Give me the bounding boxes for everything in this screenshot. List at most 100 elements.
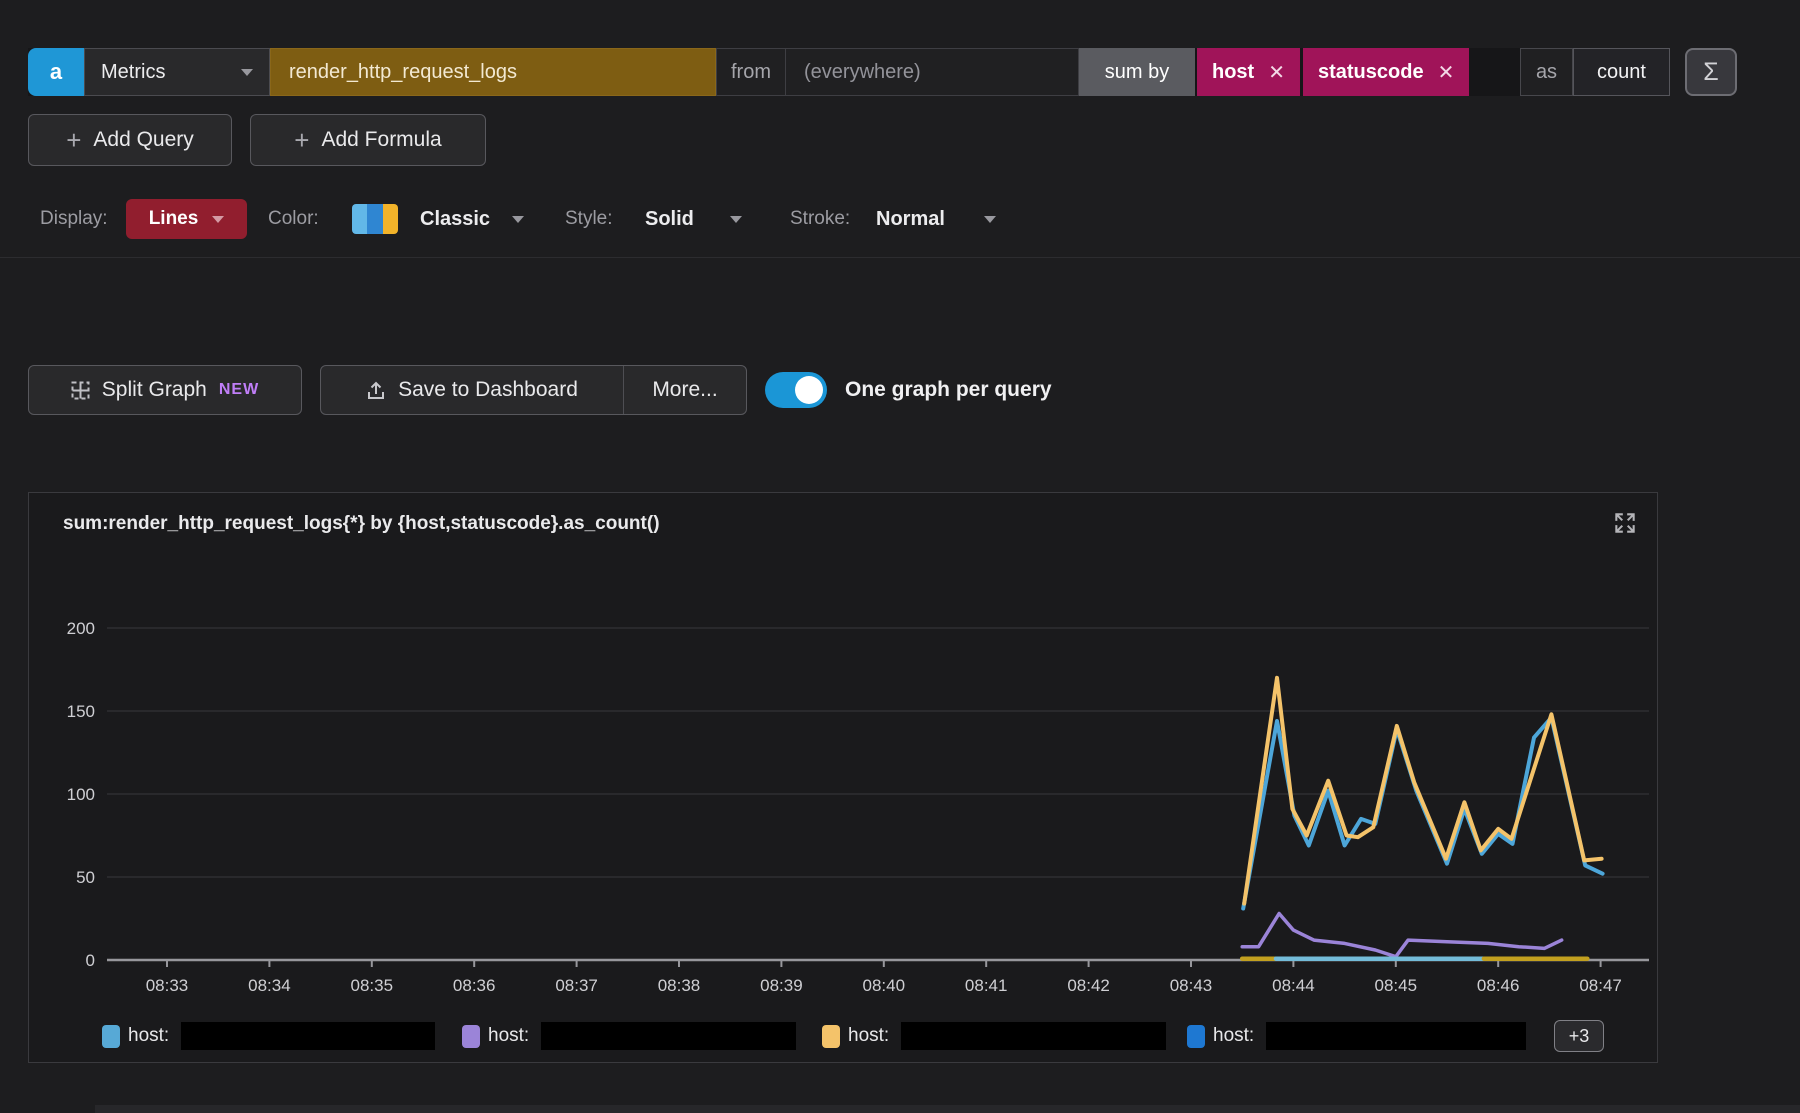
new-badge: NEW xyxy=(219,381,259,399)
toggle-knob xyxy=(795,376,823,404)
swatch-stripe xyxy=(367,204,382,234)
series-line xyxy=(1242,914,1562,957)
display-options-row: Display: Lines Color: Classic Style: Sol… xyxy=(0,199,1800,239)
x-tick-label: 08:35 xyxy=(351,976,394,995)
x-tick-label: 08:44 xyxy=(1272,976,1315,995)
expand-graph-button[interactable] xyxy=(1611,509,1639,537)
legend-host-label: host: xyxy=(128,1025,169,1047)
query-bar: a Metrics render_http_request_logs from … xyxy=(28,48,1670,96)
timeseries-chart[interactable]: 05010015020008:3308:3408:3508:3608:3708:… xyxy=(29,563,1659,1013)
plus-icon: + xyxy=(294,127,309,153)
stroke-label: Stroke: xyxy=(790,199,850,239)
style-label: Style: xyxy=(565,199,613,239)
display-type-dropdown[interactable]: Lines xyxy=(126,199,247,239)
legend-host-label: host: xyxy=(488,1025,529,1047)
upload-icon xyxy=(366,380,386,401)
stroke-value[interactable]: Normal xyxy=(876,199,945,239)
group-tag-label: statuscode xyxy=(1318,61,1424,84)
y-tick-label: 50 xyxy=(76,868,95,887)
legend-color-swatch xyxy=(462,1025,480,1048)
from-label: from xyxy=(716,48,786,96)
series-line xyxy=(1243,718,1602,909)
remove-tag-icon[interactable]: ✕ xyxy=(1268,60,1285,85)
x-tick-label: 08:43 xyxy=(1170,976,1213,995)
section-divider xyxy=(0,257,1800,258)
metric-name-field[interactable]: render_http_request_logs xyxy=(270,48,716,96)
chart-panel: sum:render_http_request_logs{*} by {host… xyxy=(28,492,1658,1063)
color-label: Color: xyxy=(268,199,319,239)
legend-redacted-value xyxy=(541,1022,796,1050)
legend-item[interactable]: host: xyxy=(102,1020,435,1052)
split-grid-icon xyxy=(71,381,90,400)
group-tag-label: host xyxy=(1212,61,1254,84)
color-palette-swatch[interactable] xyxy=(352,204,398,234)
split-graph-button[interactable]: Split Graph NEW xyxy=(28,365,302,415)
group-tag-statuscode[interactable]: statuscode ✕ xyxy=(1303,48,1469,96)
x-tick-label: 08:37 xyxy=(555,976,598,995)
legend-redacted-value xyxy=(1266,1022,1526,1050)
bottom-edge-strip xyxy=(95,1105,1800,1113)
scope-filter-input[interactable]: (everywhere) xyxy=(786,48,1079,96)
x-tick-label: 08:39 xyxy=(760,976,803,995)
x-tick-label: 08:46 xyxy=(1477,976,1520,995)
group-tags: host ✕ statuscode ✕ xyxy=(1197,48,1469,96)
swatch-stripe xyxy=(352,204,367,234)
legend-color-swatch xyxy=(102,1025,120,1048)
query-bar-spacer xyxy=(1469,48,1520,96)
query-letter-badge[interactable]: a xyxy=(28,48,84,96)
chevron-down-icon xyxy=(212,216,224,223)
group-tag-host[interactable]: host ✕ xyxy=(1197,48,1300,96)
legend: host: host: host: host: xyxy=(29,1020,1659,1054)
data-source-label: Metrics xyxy=(101,61,165,84)
legend-redacted-value xyxy=(901,1022,1166,1050)
x-tick-label: 08:41 xyxy=(965,976,1008,995)
chevron-down-icon[interactable] xyxy=(984,216,996,223)
chevron-down-icon[interactable] xyxy=(512,216,524,223)
legend-color-swatch xyxy=(822,1025,840,1048)
display-type-value: Lines xyxy=(149,208,199,230)
legend-color-swatch xyxy=(1187,1025,1205,1048)
save-to-dashboard-label: Save to Dashboard xyxy=(398,378,578,402)
as-count-dropdown[interactable]: count xyxy=(1573,48,1670,96)
legend-item[interactable]: host: xyxy=(1187,1020,1526,1052)
y-tick-label: 0 xyxy=(86,951,95,970)
legend-redacted-value xyxy=(181,1022,435,1050)
y-tick-label: 200 xyxy=(67,619,95,638)
chevron-down-icon[interactable] xyxy=(730,216,742,223)
x-tick-label: 08:40 xyxy=(863,976,906,995)
y-tick-label: 100 xyxy=(67,785,95,804)
color-value[interactable]: Classic xyxy=(420,199,490,239)
add-query-label: Add Query xyxy=(93,128,193,152)
legend-item[interactable]: host: xyxy=(462,1020,796,1052)
legend-host-label: host: xyxy=(1213,1025,1254,1047)
style-value[interactable]: Solid xyxy=(645,199,694,239)
add-query-button[interactable]: + Add Query xyxy=(28,114,232,166)
x-tick-label: 08:45 xyxy=(1375,976,1418,995)
remove-tag-icon[interactable]: ✕ xyxy=(1438,60,1455,85)
plus-icon: + xyxy=(66,127,81,153)
legend-item[interactable]: host: xyxy=(822,1020,1166,1052)
sigma-formula-button[interactable]: Σ xyxy=(1685,48,1737,96)
chart-title: sum:render_http_request_logs{*} by {host… xyxy=(63,513,660,535)
swatch-stripe xyxy=(383,204,398,234)
x-tick-label: 08:38 xyxy=(658,976,701,995)
x-tick-label: 08:42 xyxy=(1067,976,1110,995)
legend-overflow-badge[interactable]: +3 xyxy=(1554,1020,1604,1052)
data-source-dropdown[interactable]: Metrics xyxy=(84,48,270,96)
save-to-dashboard-button[interactable]: Save to Dashboard xyxy=(321,366,624,414)
display-label: Display: xyxy=(40,199,108,239)
more-button[interactable]: More... xyxy=(624,366,746,414)
x-tick-label: 08:47 xyxy=(1579,976,1622,995)
add-formula-button[interactable]: + Add Formula xyxy=(250,114,486,166)
x-tick-label: 08:36 xyxy=(453,976,496,995)
expand-icon xyxy=(1612,510,1638,536)
x-tick-label: 08:33 xyxy=(146,976,189,995)
save-more-button-group: Save to Dashboard More... xyxy=(320,365,747,415)
sum-by-label: sum by xyxy=(1079,48,1195,96)
one-graph-per-query-toggle[interactable] xyxy=(765,372,827,408)
chevron-down-icon xyxy=(241,69,253,76)
legend-host-label: host: xyxy=(848,1025,889,1047)
x-tick-label: 08:34 xyxy=(248,976,291,995)
as-label: as xyxy=(1520,48,1573,96)
add-formula-label: Add Formula xyxy=(321,128,441,152)
